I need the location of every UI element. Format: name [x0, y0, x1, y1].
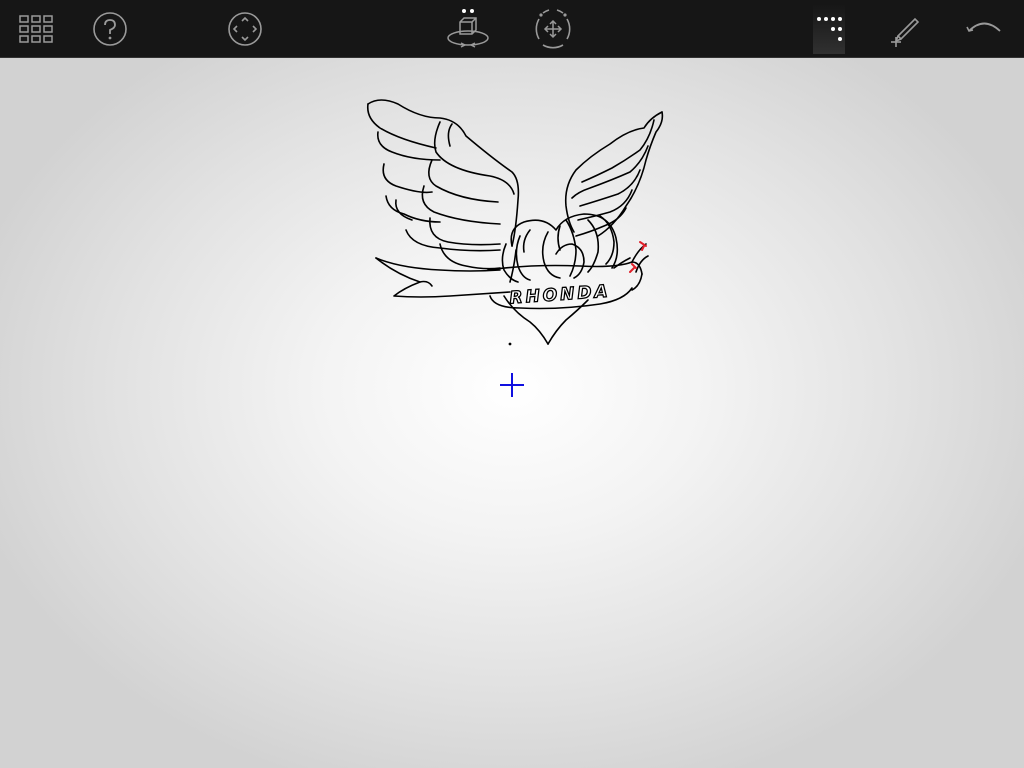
draw-button[interactable]	[884, 4, 926, 54]
pencil-icon	[885, 9, 925, 49]
pan-arrows-icon	[227, 11, 263, 47]
drawing-canvas[interactable]: RHONDA	[0, 58, 1024, 768]
rotate-3d-button[interactable]	[444, 4, 492, 54]
move-arrows-icon	[531, 7, 575, 51]
question-mark-icon	[92, 11, 128, 47]
grid-button[interactable]	[14, 4, 58, 54]
rotate-cube-icon	[445, 8, 491, 50]
help-button[interactable]	[90, 4, 130, 54]
stray-dot	[508, 342, 512, 346]
top-toolbar	[0, 0, 1024, 58]
undo-button[interactable]	[962, 4, 1006, 54]
pan-button[interactable]	[225, 4, 265, 54]
crosshair-icon	[500, 373, 524, 397]
move-button[interactable]	[530, 4, 576, 54]
undo-curve-icon	[964, 14, 1004, 44]
sketch-layer: RHONDA	[366, 99, 664, 346]
grid-icon	[18, 14, 54, 44]
point-mode-button[interactable]	[813, 4, 845, 54]
crosshair-cursor	[499, 372, 525, 398]
dots-icon	[814, 14, 844, 44]
